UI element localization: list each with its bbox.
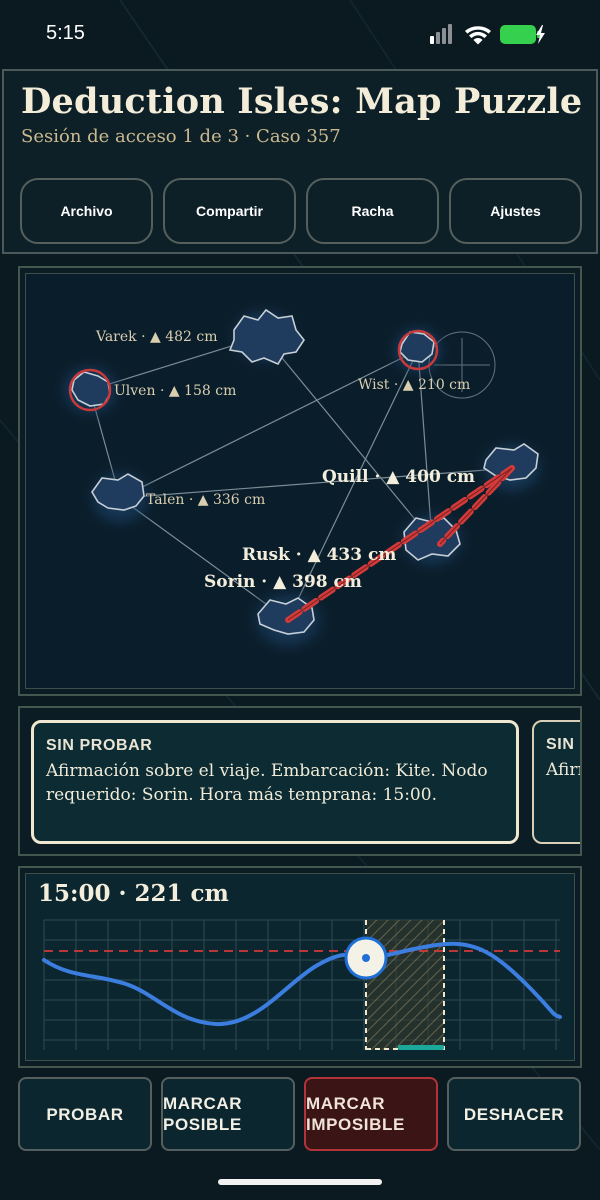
status-bar: 5:15 — [0, 0, 600, 68]
tide-curve — [42, 941, 562, 1027]
status-time: 5:15 — [46, 22, 85, 44]
label-rusk: Rusk · ▲ 433 cm — [242, 545, 396, 565]
mark-possible-button[interactable]: MARCAR POSIBLE — [161, 1077, 295, 1151]
status-icons — [430, 24, 545, 45]
map-svg: Varek · ▲ 482 cm Ulven · ▲ 158 cm Wist ·… — [50, 298, 554, 660]
island-wist — [382, 316, 454, 384]
clue-status: SIN PROBAR — [546, 736, 580, 753]
time-scrubber-handle[interactable] — [344, 936, 388, 980]
arrival-window — [366, 920, 444, 1050]
label-wist: Wist · ▲ 210 cm — [358, 377, 470, 393]
label-talen: Talen · ▲ 336 cm — [146, 492, 265, 508]
clue-text: Afirmación sobre el viaje. Embarcación: … — [46, 761, 488, 805]
undo-button[interactable]: DESHACER — [447, 1077, 581, 1151]
share-button[interactable]: Compartir — [163, 178, 296, 244]
chart-grid — [43, 919, 560, 1050]
signal-icon — [430, 24, 452, 44]
test-button[interactable]: PROBAR — [18, 1077, 152, 1151]
island-varek — [220, 298, 308, 374]
tide-timeline[interactable]: 15:00 · 221 cm — [25, 873, 575, 1061]
map-panel: Varek · ▲ 482 cm Ulven · ▲ 158 cm Wist ·… — [18, 266, 582, 696]
tide-timeline-panel: 15:00 · 221 cm — [18, 866, 582, 1068]
page-title: Deduction Isles: Map Puzzle — [21, 81, 583, 122]
battery-charging-icon — [500, 25, 545, 44]
label-ulven: Ulven · ▲ 158 cm — [114, 383, 236, 399]
clue-card[interactable]: SIN PROBAR Afirmación sobre el viaje. Em… — [31, 720, 519, 844]
mark-impossible-button[interactable]: MARCAR IMPOSIBLE — [304, 1077, 438, 1151]
map-canvas[interactable]: Varek · ▲ 482 cm Ulven · ▲ 158 cm Wist ·… — [25, 273, 575, 689]
clue-status: SIN PROBAR — [46, 737, 153, 754]
wifi-icon — [465, 26, 491, 45]
clue-card[interactable]: SIN PROBAR Afirmación sobre el viaje. No… — [532, 720, 580, 844]
label-quill: Quill · ▲ 400 cm — [322, 467, 475, 487]
streak-button[interactable]: Racha — [306, 178, 439, 244]
tide-chart — [42, 919, 562, 1050]
feasible-marker — [398, 1045, 444, 1050]
clue-text: Afirmación sobre el viaje. Nodo requerid… — [546, 760, 580, 780]
home-indicator[interactable] — [218, 1179, 382, 1185]
session-subtitle: Sesión de acceso 1 de 3 · Caso 357 — [21, 126, 341, 147]
archive-button[interactable]: Archivo — [20, 178, 153, 244]
label-varek: Varek · ▲ 482 cm — [95, 329, 218, 345]
header-panel: Deduction Isles: Map Puzzle Sesión de ac… — [2, 69, 598, 254]
settings-button[interactable]: Ajustes — [449, 178, 582, 244]
label-sorin: Sorin · ▲ 398 cm — [204, 572, 362, 592]
clue-carousel[interactable]: SIN PROBAR Afirmación sobre el viaje. Em… — [18, 706, 582, 856]
